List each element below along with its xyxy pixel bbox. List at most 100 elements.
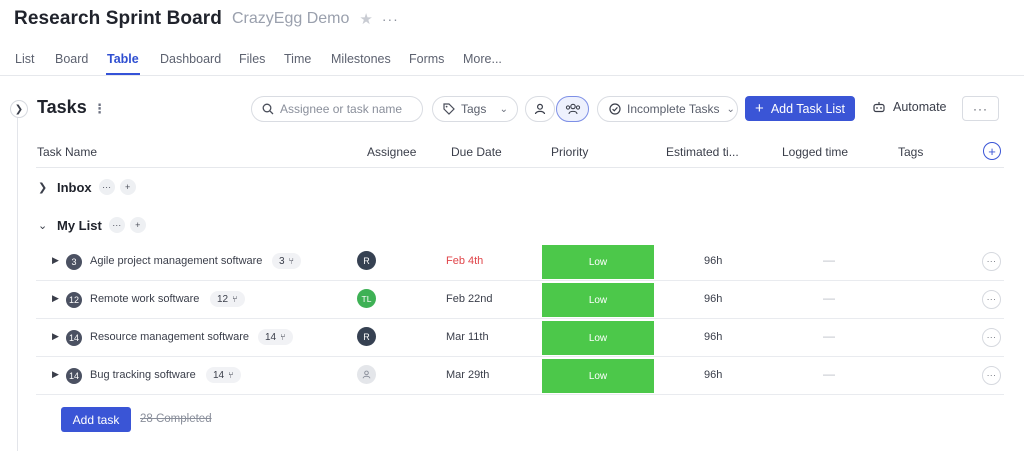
- due-date[interactable]: Mar 11th: [446, 331, 489, 343]
- table-row[interactable]: ▶ 14 Bug tracking software 14 ⑂ Mar 29th …: [36, 357, 1004, 395]
- avatar[interactable]: TL: [357, 289, 376, 308]
- tab-list[interactable]: List: [15, 52, 34, 66]
- tags-filter[interactable]: Tags ⌄: [432, 96, 518, 122]
- automate-button[interactable]: Automate: [872, 100, 947, 114]
- row-more-button[interactable]: ···: [982, 290, 1001, 309]
- toolbar-more-button[interactable]: ···: [962, 96, 999, 121]
- logged-time[interactable]: —: [823, 253, 835, 267]
- add-task-list-button[interactable]: + Add Task List: [745, 96, 855, 121]
- row-more-button[interactable]: ···: [982, 366, 1001, 385]
- status-filter[interactable]: Incomplete Tasks ⌄: [597, 96, 738, 122]
- chevron-right-icon[interactable]: ❯: [38, 181, 52, 194]
- subtask-count-badge[interactable]: 14 ⑂: [206, 367, 241, 383]
- subtask-branch-icon: ⑂: [288, 256, 294, 266]
- more-horizontal-icon[interactable]: ···: [382, 11, 399, 27]
- column-estimated-time[interactable]: Estimated ti...: [666, 145, 739, 159]
- task-number-badge: 14: [66, 330, 82, 346]
- more-horizontal-icon[interactable]: ···: [98, 179, 115, 195]
- subtask-count: 14: [265, 331, 277, 343]
- everyone-tasks-toggle[interactable]: [556, 96, 589, 122]
- priority-cell[interactable]: Low: [542, 245, 654, 279]
- task-name[interactable]: Resource management software: [90, 331, 249, 343]
- column-priority[interactable]: Priority: [551, 145, 588, 159]
- priority-cell[interactable]: Low: [542, 321, 654, 355]
- due-date[interactable]: Feb 22nd: [446, 293, 492, 305]
- tab-table[interactable]: Table: [107, 52, 139, 66]
- group-name: My List: [57, 217, 102, 233]
- estimated-time[interactable]: 96h: [704, 331, 722, 343]
- completed-tasks-link[interactable]: 28 Completed: [140, 413, 212, 425]
- avatar[interactable]: R: [357, 327, 376, 346]
- task-name[interactable]: Bug tracking software: [90, 369, 196, 381]
- table-row[interactable]: ▶ 12 Remote work software 12 ⑂ TL Feb 22n…: [36, 281, 1004, 319]
- logged-time[interactable]: —: [823, 367, 835, 381]
- add-column-button[interactable]: +: [983, 142, 1001, 160]
- column-assignee[interactable]: Assignee: [367, 145, 416, 159]
- project-header: Research Sprint Board CrazyEgg Demo ★ ··…: [14, 6, 399, 32]
- tab-more[interactable]: More...: [463, 52, 502, 66]
- logged-time[interactable]: —: [823, 291, 835, 305]
- subtask-branch-icon: ⑂: [228, 370, 234, 380]
- status-filter-label: Incomplete Tasks: [627, 102, 720, 116]
- group-my-list[interactable]: ⌄ My List ··· +: [38, 215, 146, 235]
- subtask-count-badge[interactable]: 12 ⑂: [210, 291, 245, 307]
- tab-dashboard[interactable]: Dashboard: [160, 52, 221, 66]
- column-due-date[interactable]: Due Date: [451, 145, 502, 159]
- subtask-branch-icon: ⑂: [280, 332, 286, 342]
- row-more-button[interactable]: ···: [982, 328, 1001, 347]
- more-horizontal-icon[interactable]: ···: [108, 217, 125, 233]
- logged-time[interactable]: —: [823, 329, 835, 343]
- table-row[interactable]: ▶ 14 Resource management software 14 ⑂ R …: [36, 319, 1004, 357]
- chevron-down-icon[interactable]: ⌄: [38, 219, 52, 232]
- search-input[interactable]: [280, 102, 410, 116]
- column-logged-time[interactable]: Logged time: [782, 145, 848, 159]
- tab-milestones[interactable]: Milestones: [331, 52, 391, 66]
- tag-icon: [443, 103, 455, 115]
- task-number-badge: 3: [66, 254, 82, 270]
- tasks-heading: Tasks: [37, 97, 87, 117]
- estimated-time[interactable]: 96h: [704, 369, 722, 381]
- task-number-badge: 12: [66, 292, 82, 308]
- subtask-count-badge[interactable]: 3 ⑂: [272, 253, 301, 269]
- tab-forms[interactable]: Forms: [409, 52, 444, 66]
- estimated-time[interactable]: 96h: [704, 293, 722, 305]
- workspace-name[interactable]: CrazyEgg Demo: [232, 10, 349, 28]
- tab-board[interactable]: Board: [55, 52, 88, 66]
- view-tabs: List Board Table Dashboard Files Time Mi…: [0, 44, 1024, 76]
- due-date[interactable]: Feb 4th: [446, 255, 483, 267]
- collapse-sidebar-button[interactable]: ❯: [10, 100, 28, 118]
- subtask-count-badge[interactable]: 14 ⑂: [258, 329, 293, 345]
- task-name[interactable]: Remote work software: [90, 293, 199, 305]
- expand-triangle-icon[interactable]: ▶: [52, 369, 59, 380]
- priority-cell[interactable]: Low: [542, 359, 654, 393]
- column-task-name[interactable]: Task Name: [37, 145, 97, 159]
- unassigned-avatar[interactable]: [357, 365, 376, 384]
- column-tags[interactable]: Tags: [898, 145, 923, 159]
- vertical-dots-icon[interactable]: ⋮: [93, 101, 106, 117]
- person-icon: [362, 370, 371, 379]
- plus-icon[interactable]: +: [129, 217, 146, 233]
- search-box[interactable]: [251, 96, 423, 122]
- plus-icon[interactable]: +: [119, 179, 136, 195]
- priority-cell[interactable]: Low: [542, 283, 654, 317]
- expand-triangle-icon[interactable]: ▶: [52, 255, 59, 266]
- person-icon: [534, 103, 546, 115]
- group-inbox[interactable]: ❯ Inbox ··· +: [38, 177, 136, 197]
- estimated-time[interactable]: 96h: [704, 255, 722, 267]
- my-tasks-toggle[interactable]: [525, 96, 555, 122]
- expand-triangle-icon[interactable]: ▶: [52, 331, 59, 342]
- add-task-button[interactable]: Add task: [61, 407, 131, 432]
- subtask-branch-icon: ⑂: [232, 294, 238, 304]
- table-row[interactable]: ▶ 3 Agile project management software 3 ⑂…: [36, 243, 1004, 281]
- expand-triangle-icon[interactable]: ▶: [52, 293, 59, 304]
- tab-files[interactable]: Files: [239, 52, 265, 66]
- search-icon: [262, 103, 274, 115]
- task-name[interactable]: Agile project management software: [90, 255, 262, 267]
- row-more-button[interactable]: ···: [982, 252, 1001, 271]
- due-date[interactable]: Mar 29th: [446, 369, 489, 381]
- star-icon[interactable]: ★: [359, 10, 372, 28]
- chevron-down-icon: ⌄: [499, 103, 508, 115]
- tree-guide-line: [17, 116, 18, 451]
- avatar[interactable]: R: [357, 251, 376, 270]
- tab-time[interactable]: Time: [284, 52, 311, 66]
